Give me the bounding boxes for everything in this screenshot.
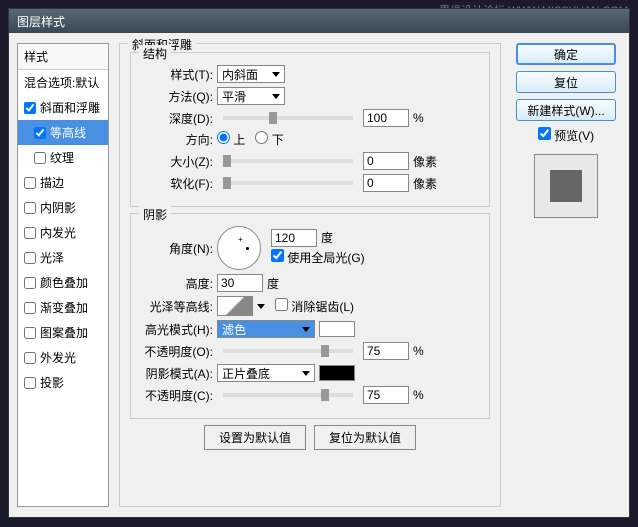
style-item-label: 外发光 — [40, 349, 76, 366]
gloss-label: 光泽等高线: — [141, 298, 213, 315]
highlight-opacity-label: 不透明度(O): — [141, 343, 213, 360]
shadow-opacity-label: 不透明度(C): — [141, 387, 213, 404]
angle-picker[interactable]: + — [217, 226, 261, 270]
ok-button[interactable]: 确定 — [516, 43, 616, 65]
style-item-外发光[interactable]: 外发光 — [18, 345, 108, 370]
shadow-opacity-slider[interactable] — [223, 393, 353, 397]
shadow-opacity-input[interactable] — [363, 386, 409, 404]
style-item-checkbox[interactable] — [24, 327, 36, 339]
direction-up-radio[interactable]: 上 — [217, 131, 245, 148]
antialias-checkbox[interactable]: 消除锯齿(L) — [275, 298, 354, 315]
altitude-label: 高度: — [141, 275, 213, 292]
action-panel: 确定 复位 新建样式(W)... 预览(V) — [511, 43, 621, 507]
style-item-描边[interactable]: 描边 — [18, 170, 108, 195]
direction-down-radio[interactable]: 下 — [255, 131, 283, 148]
reset-default-button[interactable]: 复位为默认值 — [314, 425, 416, 450]
style-item-label: 投影 — [40, 374, 64, 391]
style-item-checkbox[interactable] — [24, 227, 36, 239]
style-item-checkbox[interactable] — [34, 152, 46, 164]
soften-label: 软化(F): — [141, 175, 213, 192]
chevron-down-icon — [302, 371, 310, 376]
style-item-斜面和浮雕[interactable]: 斜面和浮雕 — [18, 95, 108, 120]
depth-slider[interactable] — [223, 116, 353, 120]
style-item-等高线[interactable]: 等高线 — [18, 120, 108, 145]
global-light-checkbox[interactable]: 使用全局光(G) — [271, 249, 365, 266]
size-input[interactable] — [363, 152, 409, 170]
size-slider[interactable] — [223, 159, 353, 163]
method-dropdown[interactable]: 平滑 — [217, 87, 285, 105]
styles-header: 样式 — [18, 44, 108, 70]
style-item-checkbox[interactable] — [24, 177, 36, 189]
highlight-mode-dropdown[interactable]: 滤色 — [217, 320, 315, 338]
style-item-checkbox[interactable] — [24, 202, 36, 214]
styles-list: 样式 混合选项:默认 斜面和浮雕等高线纹理描边内阴影内发光光泽颜色叠加渐变叠加图… — [17, 43, 109, 507]
method-label: 方法(Q): — [141, 88, 213, 105]
style-item-纹理[interactable]: 纹理 — [18, 145, 108, 170]
shadow-color-swatch[interactable] — [319, 365, 355, 381]
highlight-opacity-input[interactable] — [363, 342, 409, 360]
style-item-投影[interactable]: 投影 — [18, 370, 108, 395]
style-item-checkbox[interactable] — [34, 127, 46, 139]
highlight-color-swatch[interactable] — [319, 321, 355, 337]
new-style-button[interactable]: 新建样式(W)... — [516, 99, 616, 121]
style-item-checkbox[interactable] — [24, 302, 36, 314]
style-item-checkbox[interactable] — [24, 102, 36, 114]
blend-options-item[interactable]: 混合选项:默认 — [18, 70, 108, 95]
shading-title: 阴影 — [139, 206, 171, 223]
angle-input[interactable] — [271, 229, 317, 247]
direction-label: 方向: — [141, 131, 213, 148]
size-unit: 像素 — [413, 153, 437, 170]
chevron-down-icon[interactable] — [257, 304, 265, 309]
altitude-unit: 度 — [267, 275, 279, 292]
cancel-button[interactable]: 复位 — [516, 71, 616, 93]
style-item-checkbox[interactable] — [24, 277, 36, 289]
altitude-input[interactable] — [217, 274, 263, 292]
chevron-down-icon — [272, 72, 280, 77]
style-item-label: 颜色叠加 — [40, 274, 88, 291]
depth-input[interactable] — [363, 109, 409, 127]
depth-label: 深度(D): — [141, 110, 213, 127]
style-item-checkbox[interactable] — [24, 377, 36, 389]
make-default-button[interactable]: 设置为默认值 — [204, 425, 306, 450]
highlight-opacity-slider[interactable] — [223, 349, 353, 353]
soften-unit: 像素 — [413, 175, 437, 192]
style-item-label: 斜面和浮雕 — [40, 99, 100, 116]
angle-label: 角度(N): — [141, 240, 213, 257]
style-item-label: 渐变叠加 — [40, 299, 88, 316]
gloss-contour-picker[interactable] — [217, 296, 253, 316]
layer-style-dialog[interactable]: 图层样式 样式 混合选项:默认 斜面和浮雕等高线纹理描边内阴影内发光光泽颜色叠加… — [8, 8, 630, 518]
style-item-label: 光泽 — [40, 249, 64, 266]
highlight-mode-label: 高光模式(H): — [141, 321, 213, 338]
angle-unit: 度 — [321, 229, 333, 246]
style-item-label: 描边 — [40, 174, 64, 191]
chevron-down-icon — [272, 94, 280, 99]
shadow-mode-dropdown[interactable]: 正片叠底 — [217, 364, 315, 382]
style-item-内发光[interactable]: 内发光 — [18, 220, 108, 245]
style-item-内阴影[interactable]: 内阴影 — [18, 195, 108, 220]
style-item-label: 纹理 — [50, 149, 74, 166]
style-item-label: 等高线 — [50, 124, 86, 141]
titlebar[interactable]: 图层样式 — [9, 9, 629, 33]
style-label: 样式(T): — [141, 66, 213, 83]
style-item-图案叠加[interactable]: 图案叠加 — [18, 320, 108, 345]
style-item-checkbox[interactable] — [24, 352, 36, 364]
soften-slider[interactable] — [223, 181, 353, 185]
style-item-光泽[interactable]: 光泽 — [18, 245, 108, 270]
structure-title: 结构 — [139, 45, 171, 62]
style-item-渐变叠加[interactable]: 渐变叠加 — [18, 295, 108, 320]
style-item-label: 内发光 — [40, 224, 76, 241]
preview-checkbox[interactable]: 预览(V) — [538, 127, 594, 144]
style-item-checkbox[interactable] — [24, 252, 36, 264]
style-item-颜色叠加[interactable]: 颜色叠加 — [18, 270, 108, 295]
style-item-label: 内阴影 — [40, 199, 76, 216]
style-dropdown[interactable]: 内斜面 — [217, 65, 285, 83]
settings-panel: 斜面和浮雕 结构 样式(T): 内斜面 方法(Q): 平滑 深度(D): % 方… — [115, 43, 505, 507]
preview-swatch — [534, 154, 598, 218]
depth-unit: % — [413, 111, 424, 125]
chevron-down-icon — [302, 327, 310, 332]
shadow-mode-label: 阴影模式(A): — [141, 365, 213, 382]
style-item-label: 图案叠加 — [40, 324, 88, 341]
soften-input[interactable] — [363, 174, 409, 192]
size-label: 大小(Z): — [141, 153, 213, 170]
